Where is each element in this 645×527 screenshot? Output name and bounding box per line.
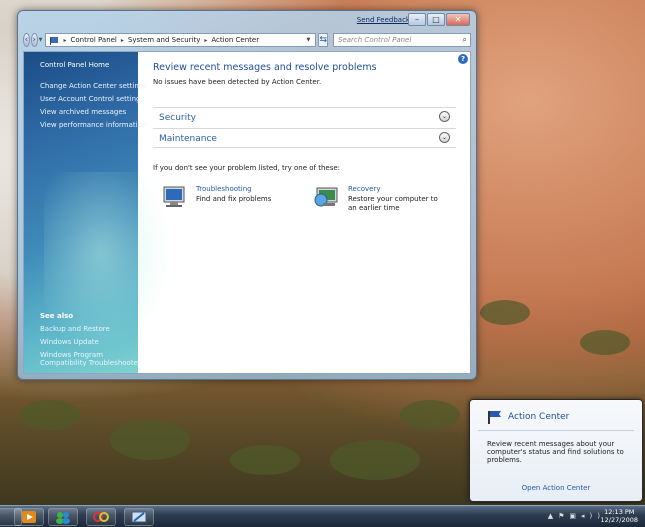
minimize-button[interactable]: – — [408, 13, 426, 26]
content-area: Control Panel Home Change Action Center … — [23, 51, 471, 374]
troubleshooting-item[interactable]: Troubleshooting Find and fix problems — [161, 185, 271, 209]
troubleshooting-link[interactable]: Troubleshooting — [196, 185, 271, 193]
task-links: Change Action Center settings User Accou… — [40, 82, 147, 134]
back-arrow-icon[interactable]: ‹ — [23, 33, 30, 47]
view-archived-messages-link[interactable]: View archived messages — [40, 108, 147, 116]
open-action-center-link[interactable]: Open Action Center — [470, 484, 642, 492]
search-icon[interactable]: ⌕ — [463, 35, 467, 45]
recovery-item[interactable]: Recovery Restore your computer to an ear… — [313, 185, 443, 213]
refresh-icon[interactable]: ⇆ — [318, 33, 328, 47]
breadcrumb-action-center[interactable]: Action Center — [211, 36, 259, 44]
recovery-link[interactable]: Recovery — [348, 185, 443, 193]
user-account-control-settings-link[interactable]: User Account Control settings — [40, 95, 147, 103]
breadcrumb-control-panel[interactable]: Control Panel — [70, 36, 116, 44]
troubleshoot-hint: If you don't see your problem listed, tr… — [153, 164, 341, 172]
chevron-down-icon[interactable]: ⌄ — [439, 111, 450, 122]
chevron-down-icon[interactable]: ⌄ — [439, 132, 450, 143]
address-bar[interactable]: ▸ Control Panel ▸ System and Security ▸ … — [45, 33, 317, 47]
action-center-flag-icon — [488, 411, 501, 424]
action-center-window: Send Feedback – □ ✕ ‹ › ▼ ▸ Control Pane… — [17, 10, 477, 380]
clock-time: 12:13 PM — [604, 508, 635, 516]
title-bar[interactable]: Send Feedback – □ ✕ — [18, 11, 476, 31]
security-label: Security — [159, 113, 196, 123]
app-icon[interactable] — [86, 508, 116, 526]
notification-title: Action Center — [508, 412, 570, 422]
see-also-section: See also Backup and Restore Windows Upda… — [40, 312, 141, 372]
change-action-center-settings-link[interactable]: Change Action Center settings — [40, 82, 147, 90]
program-compatibility-link-line2[interactable]: Compatibility Troubleshooter — [40, 359, 141, 367]
security-section-header[interactable]: Security ⌄ — [153, 107, 456, 127]
left-pane: Control Panel Home Change Action Center … — [24, 52, 184, 373]
clock-date: 12/27/2008 — [600, 516, 638, 524]
clock[interactable]: 12:13 PM 12/27/2008 — [601, 508, 638, 524]
close-button[interactable]: ✕ — [446, 13, 470, 26]
media-player-icon[interactable] — [14, 508, 44, 526]
maintenance-section-header[interactable]: Maintenance ⌄ — [153, 128, 456, 148]
recovery-icon — [313, 185, 340, 209]
recent-pages-dropdown-icon[interactable]: ▼ — [39, 37, 43, 43]
maximize-button[interactable]: □ — [427, 13, 445, 26]
page-title: Review recent messages and resolve probl… — [153, 62, 377, 73]
breadcrumb-system-and-security[interactable]: System and Security — [128, 36, 200, 44]
windows-update-link[interactable]: Windows Update — [40, 338, 141, 346]
program-compatibility-link-line1[interactable]: Windows Program — [40, 351, 141, 359]
main-pane: Review recent messages and resolve probl… — [153, 52, 456, 373]
forward-arrow-icon[interactable]: › — [30, 33, 38, 47]
action-center-notification: Action Center Review recent messages abo… — [469, 399, 643, 502]
troubleshooting-description: Find and fix problems — [196, 195, 272, 203]
navigation-bar: ‹ › ▼ ▸ Control Panel ▸ System and Secur… — [23, 32, 471, 48]
control-panel-taskbar-icon[interactable] — [124, 508, 154, 526]
notification-message: Review recent messages about your comput… — [487, 440, 624, 464]
messenger-icon[interactable] — [48, 508, 78, 526]
recovery-description: Restore your computer to an earlier time — [348, 195, 438, 212]
send-feedback-link[interactable]: Send Feedback — [357, 16, 410, 24]
taskbar: ▲⚑▣◂)) 12:13 PM 12/27/2008 — [0, 505, 645, 527]
maintenance-label: Maintenance — [159, 134, 217, 144]
control-panel-flag-icon — [50, 36, 59, 45]
view-performance-information-link[interactable]: View performance information — [40, 121, 147, 129]
address-dropdown-icon[interactable]: ▼ — [306, 37, 315, 43]
status-message: No issues have been detected by Action C… — [153, 78, 322, 86]
search-input[interactable]: Search Control Panel ⌕ — [333, 33, 471, 47]
see-also-heading: See also — [40, 312, 74, 320]
backup-and-restore-link[interactable]: Backup and Restore — [40, 325, 141, 333]
help-icon[interactable]: ? — [458, 54, 468, 64]
system-tray-icons[interactable]: ▲⚑▣◂)) — [548, 512, 605, 520]
troubleshooting-icon — [161, 185, 188, 209]
control-panel-home-link[interactable]: Control Panel Home — [40, 61, 109, 69]
